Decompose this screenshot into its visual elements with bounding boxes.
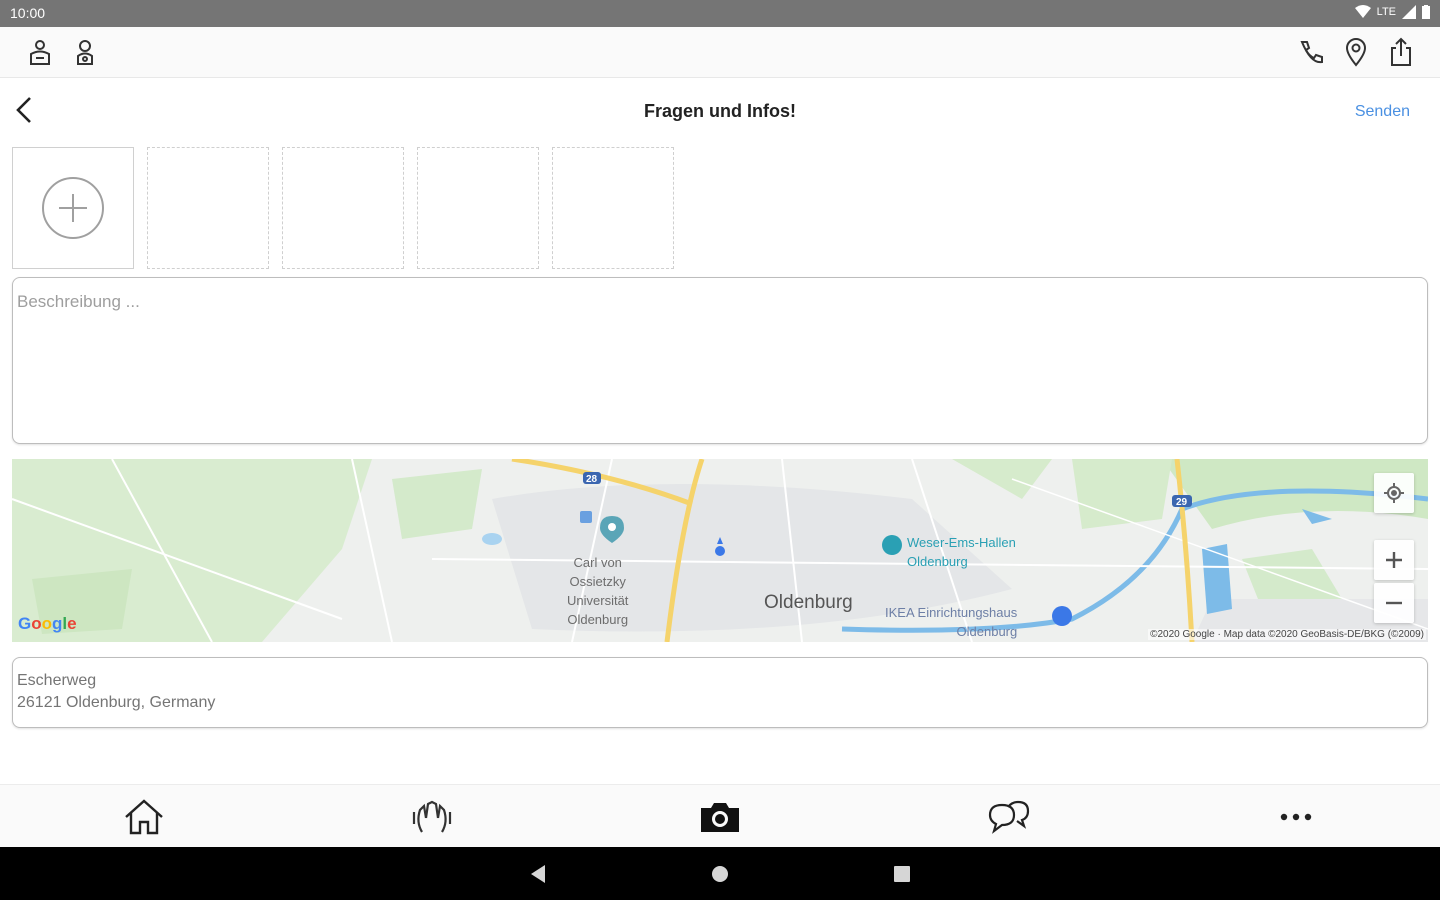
system-back-icon[interactable]: [527, 863, 549, 885]
nav-more[interactable]: [1274, 797, 1318, 837]
home-icon: [125, 799, 163, 835]
my-location-button[interactable]: [1374, 473, 1414, 513]
hands-icon: [412, 800, 452, 833]
description-placeholder: Beschreibung ...: [17, 292, 140, 311]
nav-home[interactable]: [122, 797, 166, 837]
send-button[interactable]: Senden: [1355, 103, 1410, 121]
photo-slot[interactable]: [147, 147, 269, 269]
network-label: LTE: [1376, 6, 1396, 18]
photo-slots: [12, 147, 674, 269]
system-home-icon[interactable]: [709, 863, 731, 885]
location-pin-icon[interactable]: [1340, 36, 1372, 68]
photo-slot[interactable]: [552, 147, 674, 269]
minus-icon: [1386, 601, 1402, 605]
zoom-out-button[interactable]: [1374, 583, 1414, 623]
system-recents-icon[interactable]: [891, 863, 913, 885]
google-logo: Google: [18, 614, 77, 633]
camera-icon: [701, 803, 739, 832]
nav-help[interactable]: [410, 797, 454, 837]
map-background: [12, 459, 1428, 642]
map-label-university: Carl von Ossietzky Universität Oldenburg: [567, 555, 629, 627]
address-field[interactable]: Escherweg 26121 Oldenburg, Germany: [12, 657, 1428, 728]
wifi-icon: [1354, 5, 1371, 18]
battery-icon: [1422, 5, 1430, 19]
map-road-shield-29: 29: [1176, 497, 1188, 508]
address-street: Escherweg: [17, 672, 97, 689]
address-city: 26121 Oldenburg, Germany: [17, 694, 216, 711]
signal-icon: [1402, 5, 1416, 19]
map-label-city: Oldenburg: [764, 592, 853, 613]
map-attribution: ©2020 Google · Map data ©2020 GeoBasis-D…: [1148, 629, 1426, 640]
person-award-icon[interactable]: [69, 36, 101, 68]
plus-icon: [1386, 552, 1402, 568]
status-icons: LTE: [1354, 5, 1430, 19]
chat-bubbles-icon: [988, 800, 1030, 834]
system-navigation-bar: [0, 847, 1440, 900]
crosshair-icon: [1384, 483, 1404, 503]
description-textarea[interactable]: Beschreibung ...: [12, 277, 1428, 444]
nav-chat[interactable]: [986, 797, 1030, 837]
share-icon[interactable]: [1385, 36, 1417, 68]
top-toolbar: [0, 27, 1440, 78]
page-title: Fragen und Infos!: [644, 101, 796, 121]
map-label-poi-ikea: IKEA Einrichtungshaus Oldenburg: [885, 605, 1018, 639]
status-time: 10:00: [10, 5, 46, 21]
plus-circle-icon: [42, 177, 104, 239]
bottom-navigation: [0, 784, 1440, 847]
map-road-shield-28: 28: [586, 474, 598, 485]
person-badge-icon[interactable]: [24, 36, 56, 68]
status-bar: 10:00 LTE: [0, 0, 1440, 27]
nav-camera[interactable]: [698, 797, 742, 837]
phone-icon[interactable]: [1295, 36, 1327, 68]
more-dots-icon: [1280, 813, 1312, 821]
photo-slot[interactable]: [417, 147, 539, 269]
photo-slot[interactable]: [282, 147, 404, 269]
map-label-poi-hall: Weser-Ems-Hallen Oldenburg: [907, 535, 1016, 569]
zoom-in-button[interactable]: [1374, 540, 1414, 580]
form-header: Fragen und Infos! Senden: [0, 78, 1440, 144]
add-photo-button[interactable]: [12, 147, 134, 269]
map-view[interactable]: Carl von Ossietzky Universität Oldenburg Ol…: [12, 459, 1428, 642]
